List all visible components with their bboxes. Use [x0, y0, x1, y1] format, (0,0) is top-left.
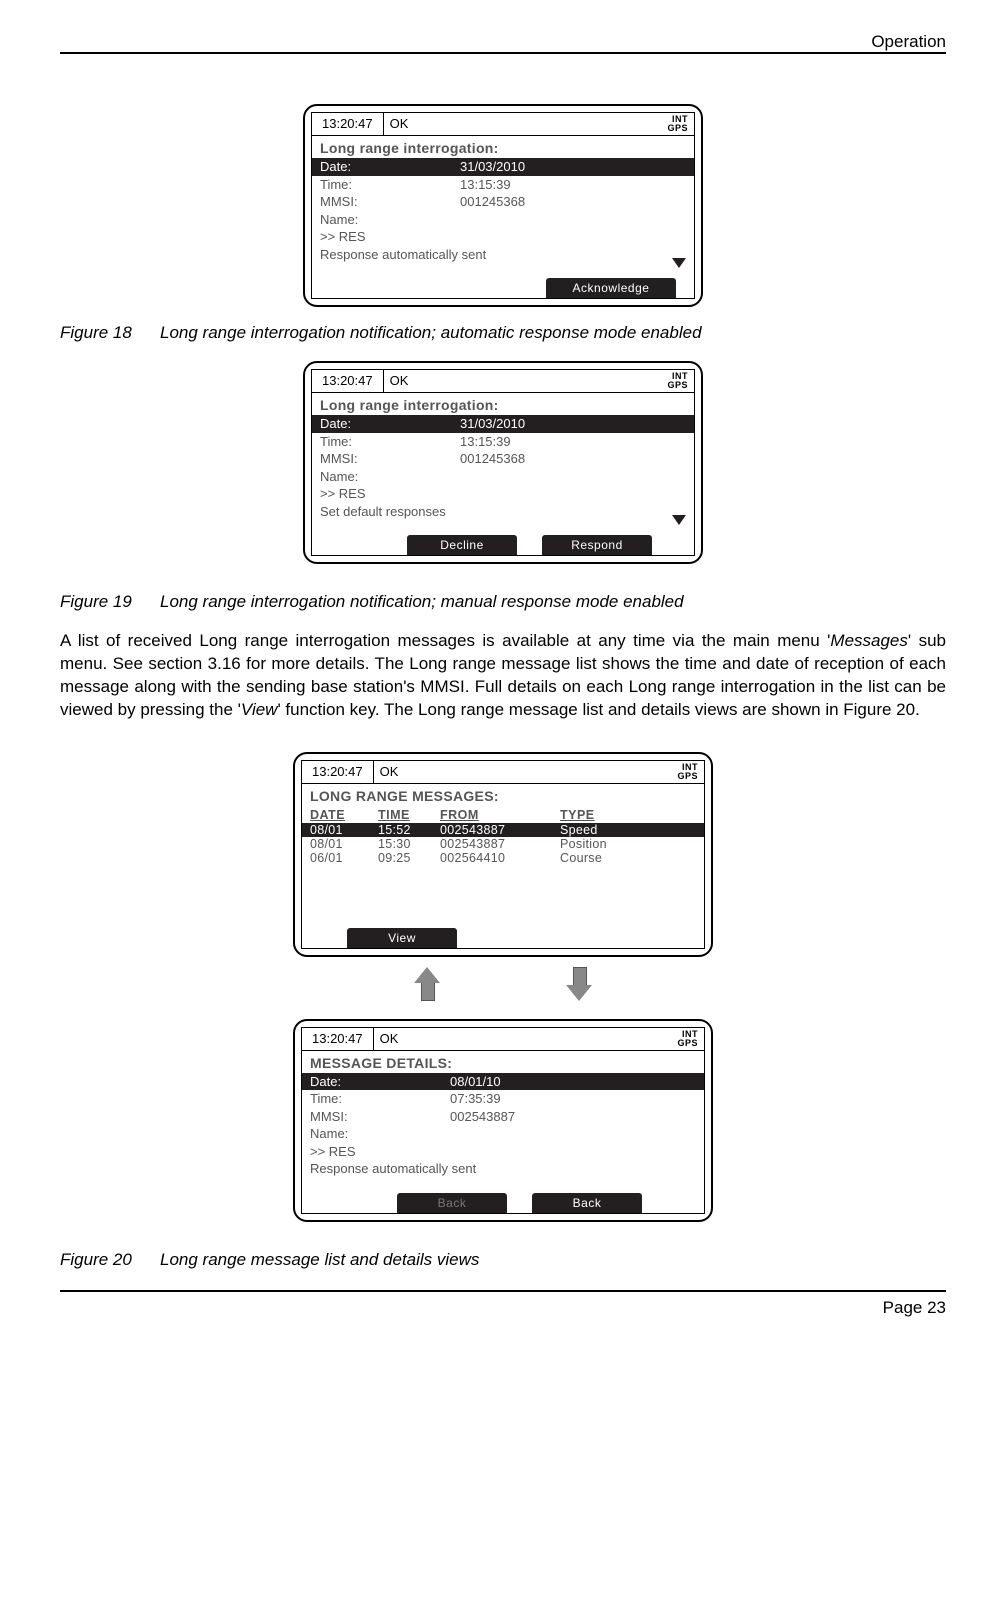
table-row[interactable]: 06/01 09:25 002564410 Course: [310, 851, 696, 865]
respond-button[interactable]: Respond: [542, 535, 652, 555]
panel-title: LONG RANGE MESSAGES:: [302, 783, 704, 806]
figure-18-panel: 13:20:47 OK INTGPS Long range interrogat…: [60, 104, 946, 307]
back-button-disabled: Back: [397, 1193, 507, 1213]
message-table: DATE TIME FROM TYPE 08/01 15:52 00254388…: [302, 806, 704, 924]
row-date[interactable]: Date:31/03/2010: [312, 415, 694, 433]
status: OK: [374, 1028, 678, 1050]
gps-indicator: INTGPS: [677, 761, 704, 783]
decline-button[interactable]: Decline: [407, 535, 517, 555]
document-page: Operation 13:20:47 OK INTGPS Long range …: [0, 0, 1006, 1616]
body-paragraph: A list of received Long range interrogat…: [60, 630, 946, 722]
row-footer: Response automatically sent: [320, 246, 686, 264]
figure-20-caption: Figure 20Long range message list and det…: [60, 1250, 946, 1270]
arrow-up-icon: [416, 967, 438, 1001]
row-footer: Set default responses: [320, 503, 686, 521]
status: OK: [384, 370, 668, 392]
table-row[interactable]: 08/01 15:30 002543887 Position: [310, 837, 696, 851]
acknowledge-button[interactable]: Acknowledge: [546, 278, 676, 298]
panel-title: MESSAGE DETAILS:: [302, 1050, 704, 1073]
row-mmsi[interactable]: MMSI:001245368: [320, 193, 686, 211]
arrow-down-icon: [568, 967, 590, 1001]
figure-18-caption: Figure 18Long range interrogation notifi…: [60, 323, 946, 343]
row-time[interactable]: Time:13:15:39: [320, 176, 686, 194]
table-row[interactable]: 08/01 15:52 002543887 Speed: [302, 823, 704, 837]
panel-title: Long range interrogation:: [312, 392, 694, 415]
status: OK: [384, 113, 668, 135]
row-name[interactable]: Name:: [320, 468, 686, 486]
table-header: DATE TIME FROM TYPE: [310, 806, 696, 823]
figure-19-caption: Figure 19Long range interrogation notifi…: [60, 592, 946, 612]
row-name[interactable]: Name:: [320, 211, 686, 229]
gps-indicator: INTGPS: [667, 370, 694, 392]
row-date[interactable]: Date:31/03/2010: [312, 158, 694, 176]
back-button[interactable]: Back: [532, 1193, 642, 1213]
gps-indicator: INTGPS: [677, 1028, 704, 1050]
row-time[interactable]: Time:13:15:39: [320, 433, 686, 451]
view-button[interactable]: View: [347, 928, 457, 948]
figure-20-list-panel: 13:20:47 OK INTGPS LONG RANGE MESSAGES: …: [60, 752, 946, 957]
row-date[interactable]: Date:08/01/10: [302, 1073, 704, 1091]
header-rule: Operation: [60, 52, 946, 54]
row-res: >> RES: [320, 228, 686, 246]
scroll-down-icon[interactable]: [672, 258, 686, 268]
status: OK: [374, 761, 678, 783]
row-res: >> RES: [310, 1143, 696, 1161]
row-mmsi[interactable]: MMSI:001245368: [320, 450, 686, 468]
clock: 13:20:47: [302, 761, 374, 783]
row-name[interactable]: Name:: [310, 1125, 696, 1143]
row-footer: Response automatically sent: [310, 1160, 696, 1178]
figure-19-panel: 13:20:47 OK INTGPS Long range interrogat…: [60, 361, 946, 564]
figure-20-detail-panel: 13:20:47 OK INTGPS MESSAGE DETAILS: Date…: [60, 1019, 946, 1222]
nav-arrows: [60, 967, 946, 1001]
footer-rule: [60, 1290, 946, 1292]
row-res: >> RES: [320, 485, 686, 503]
section-title: Operation: [871, 32, 946, 52]
clock: 13:20:47: [312, 113, 384, 135]
scroll-down-icon[interactable]: [672, 515, 686, 525]
row-mmsi[interactable]: MMSI:002543887: [310, 1108, 696, 1126]
gps-indicator: INTGPS: [667, 113, 694, 135]
lcd-frame: 13:20:47 OK INTGPS Long range interrogat…: [303, 104, 703, 307]
panel-title: Long range interrogation:: [312, 135, 694, 158]
page-number: Page 23: [60, 1298, 946, 1318]
clock: 13:20:47: [312, 370, 384, 392]
row-time[interactable]: Time:07:35:39: [310, 1090, 696, 1108]
clock: 13:20:47: [302, 1028, 374, 1050]
